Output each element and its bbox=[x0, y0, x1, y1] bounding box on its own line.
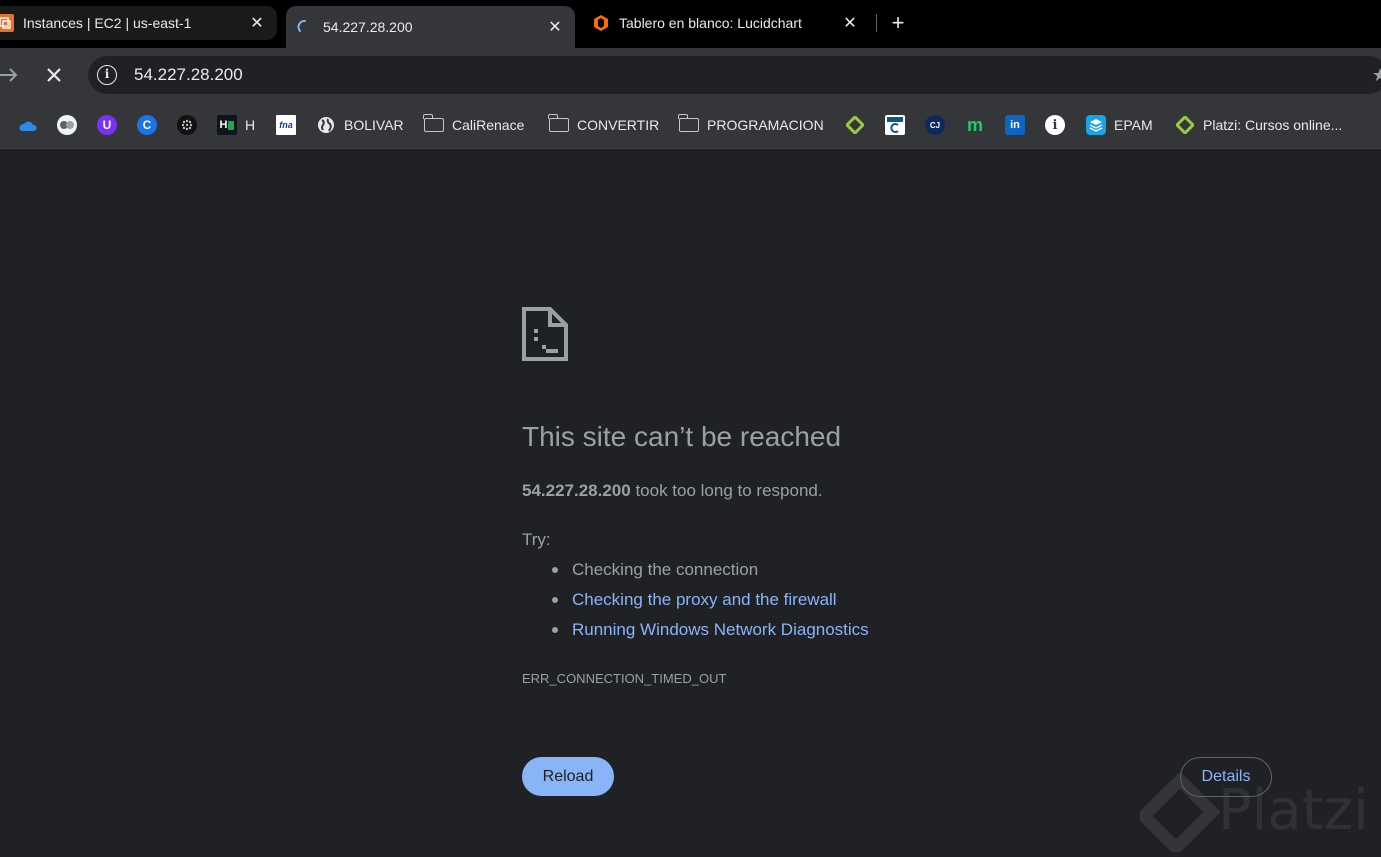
bookmark-folder-calirenace[interactable]: CaliRenace bbox=[423, 114, 525, 136]
m-green-icon: m bbox=[966, 114, 983, 135]
lucidchart-icon bbox=[592, 14, 610, 32]
info-circle-icon: i bbox=[1045, 115, 1065, 135]
bookmark-epam[interactable]: EPAM bbox=[1086, 114, 1153, 136]
error-title: This site can’t be reached bbox=[522, 421, 842, 452]
hackerrank-icon: H bbox=[217, 115, 237, 135]
bookmark-linkedin[interactable]: in bbox=[1005, 114, 1025, 136]
bookmark-c-box[interactable] bbox=[885, 114, 905, 136]
folder-icon bbox=[548, 114, 569, 135]
bookmark-hackerrank[interactable]: H H bbox=[217, 114, 255, 136]
bookmark-label: PROGRAMACION bbox=[707, 117, 824, 133]
new-tab-button[interactable]: + bbox=[885, 10, 911, 36]
stop-loading-icon[interactable] bbox=[42, 63, 66, 87]
platzi-icon bbox=[1175, 115, 1195, 135]
forward-arrow-icon[interactable] bbox=[0, 63, 22, 87]
u-purple-icon: U bbox=[97, 115, 117, 135]
aws-ec2-icon bbox=[0, 14, 14, 32]
bookmark-onedrive[interactable] bbox=[17, 114, 37, 136]
suggestion-proxy-firewall: Checking the proxy and the firewall bbox=[552, 589, 869, 619]
fna-icon: fna bbox=[276, 115, 296, 135]
bookmark-label: Platzi: Cursos online... bbox=[1203, 117, 1343, 133]
bookmark-platzi[interactable] bbox=[845, 114, 865, 136]
tab-title: 54.227.28.200 bbox=[323, 19, 413, 35]
bookmark-label: BOLIVAR bbox=[344, 117, 404, 133]
bookmark-c[interactable]: C bbox=[137, 114, 157, 136]
bookmark-chat[interactable] bbox=[57, 114, 77, 136]
tab-lucidchart[interactable]: Tablero en blanco: Lucidchart ✕ bbox=[578, 5, 870, 41]
site-info-icon[interactable]: i bbox=[97, 65, 117, 85]
suggestion-network-diagnostics: Running Windows Network Diagnostics bbox=[552, 619, 869, 649]
globe-icon bbox=[316, 115, 336, 135]
bookmark-u[interactable]: U bbox=[97, 114, 117, 136]
tab-title: Instances | EC2 | us-east-1 bbox=[23, 15, 192, 31]
tab-separator bbox=[876, 14, 877, 32]
bookmark-bolivar[interactable]: BOLIVAR bbox=[316, 114, 404, 136]
bookmark-fna[interactable]: fna bbox=[276, 114, 296, 136]
onedrive-icon bbox=[17, 115, 37, 135]
proxy-firewall-link[interactable]: Checking the proxy and the firewall bbox=[572, 590, 837, 609]
bookmark-label: H bbox=[245, 117, 256, 133]
bookmark-info[interactable]: i bbox=[1045, 114, 1065, 136]
layers-icon bbox=[1086, 115, 1106, 135]
bookmark-star-icon[interactable]: ★ bbox=[1372, 65, 1381, 86]
network-diagnostics-link[interactable]: Running Windows Network Diagnostics bbox=[572, 620, 869, 639]
tab-active-site[interactable]: 54.227.28.200 ✕ bbox=[286, 6, 575, 48]
address-bar[interactable]: i 54.227.28.200 ★ bbox=[88, 56, 1381, 94]
tab-ec2-instances[interactable]: Instances | EC2 | us-east-1 ✕ bbox=[0, 6, 277, 40]
bookmark-label: CaliRenace bbox=[452, 117, 525, 133]
dots-sphere-icon bbox=[177, 115, 197, 135]
folder-icon bbox=[678, 114, 699, 135]
bookmark-platzi-cursos[interactable]: Platzi: Cursos online... bbox=[1175, 114, 1342, 136]
error-description-text: took too long to respond. bbox=[630, 481, 823, 500]
bookmark-label: CONVERTIR bbox=[577, 117, 660, 133]
try-label: Try: bbox=[522, 530, 551, 549]
close-tab-icon[interactable]: ✕ bbox=[543, 15, 567, 39]
error-code: ERR_CONNECTION_TIMED_OUT bbox=[522, 671, 727, 686]
error-host: 54.227.28.200 bbox=[522, 481, 631, 500]
linkedin-icon: in bbox=[1005, 115, 1025, 135]
close-tab-icon[interactable]: ✕ bbox=[838, 11, 862, 35]
sad-document-icon bbox=[522, 307, 568, 361]
tab-title: Tablero en blanco: Lucidchart bbox=[619, 15, 802, 31]
bookmarks-bar: U C H H fna BOLIVAR CaliRenace CONVERTIR… bbox=[0, 102, 1381, 149]
bookmark-cj[interactable]: CJ bbox=[925, 114, 945, 136]
chat-bubbles-icon bbox=[57, 115, 77, 135]
bookmark-label: EPAM bbox=[1114, 117, 1153, 133]
details-button[interactable]: Details bbox=[1180, 757, 1272, 797]
c-box-icon bbox=[885, 115, 905, 135]
error-description: 54.227.28.200 took too long to respond. bbox=[522, 481, 823, 501]
browser-toolbar: i 54.227.28.200 ★ bbox=[0, 48, 1381, 102]
bookmark-folder-programacion[interactable]: PROGRAMACION bbox=[678, 114, 824, 136]
loading-spinner-icon bbox=[296, 18, 314, 36]
suggestion-check-connection: Checking the connection bbox=[552, 559, 869, 589]
bookmark-folder-convertir[interactable]: CONVERTIR bbox=[548, 114, 660, 136]
close-tab-icon[interactable]: ✕ bbox=[245, 11, 269, 35]
tab-strip: Instances | EC2 | us-east-1 ✕ 54.227.28.… bbox=[0, 0, 1381, 48]
platzi-icon bbox=[845, 115, 865, 135]
reload-button[interactable]: Reload bbox=[522, 757, 614, 796]
suggestions-list: Checking the connection Checking the pro… bbox=[552, 559, 869, 649]
bookmark-m[interactable]: m bbox=[965, 114, 985, 136]
folder-icon bbox=[423, 114, 444, 135]
cj-icon: CJ bbox=[925, 115, 945, 135]
c-blue-icon: C bbox=[137, 115, 157, 135]
address-bar-url[interactable]: 54.227.28.200 bbox=[134, 65, 243, 85]
bookmark-dots[interactable] bbox=[177, 114, 197, 136]
